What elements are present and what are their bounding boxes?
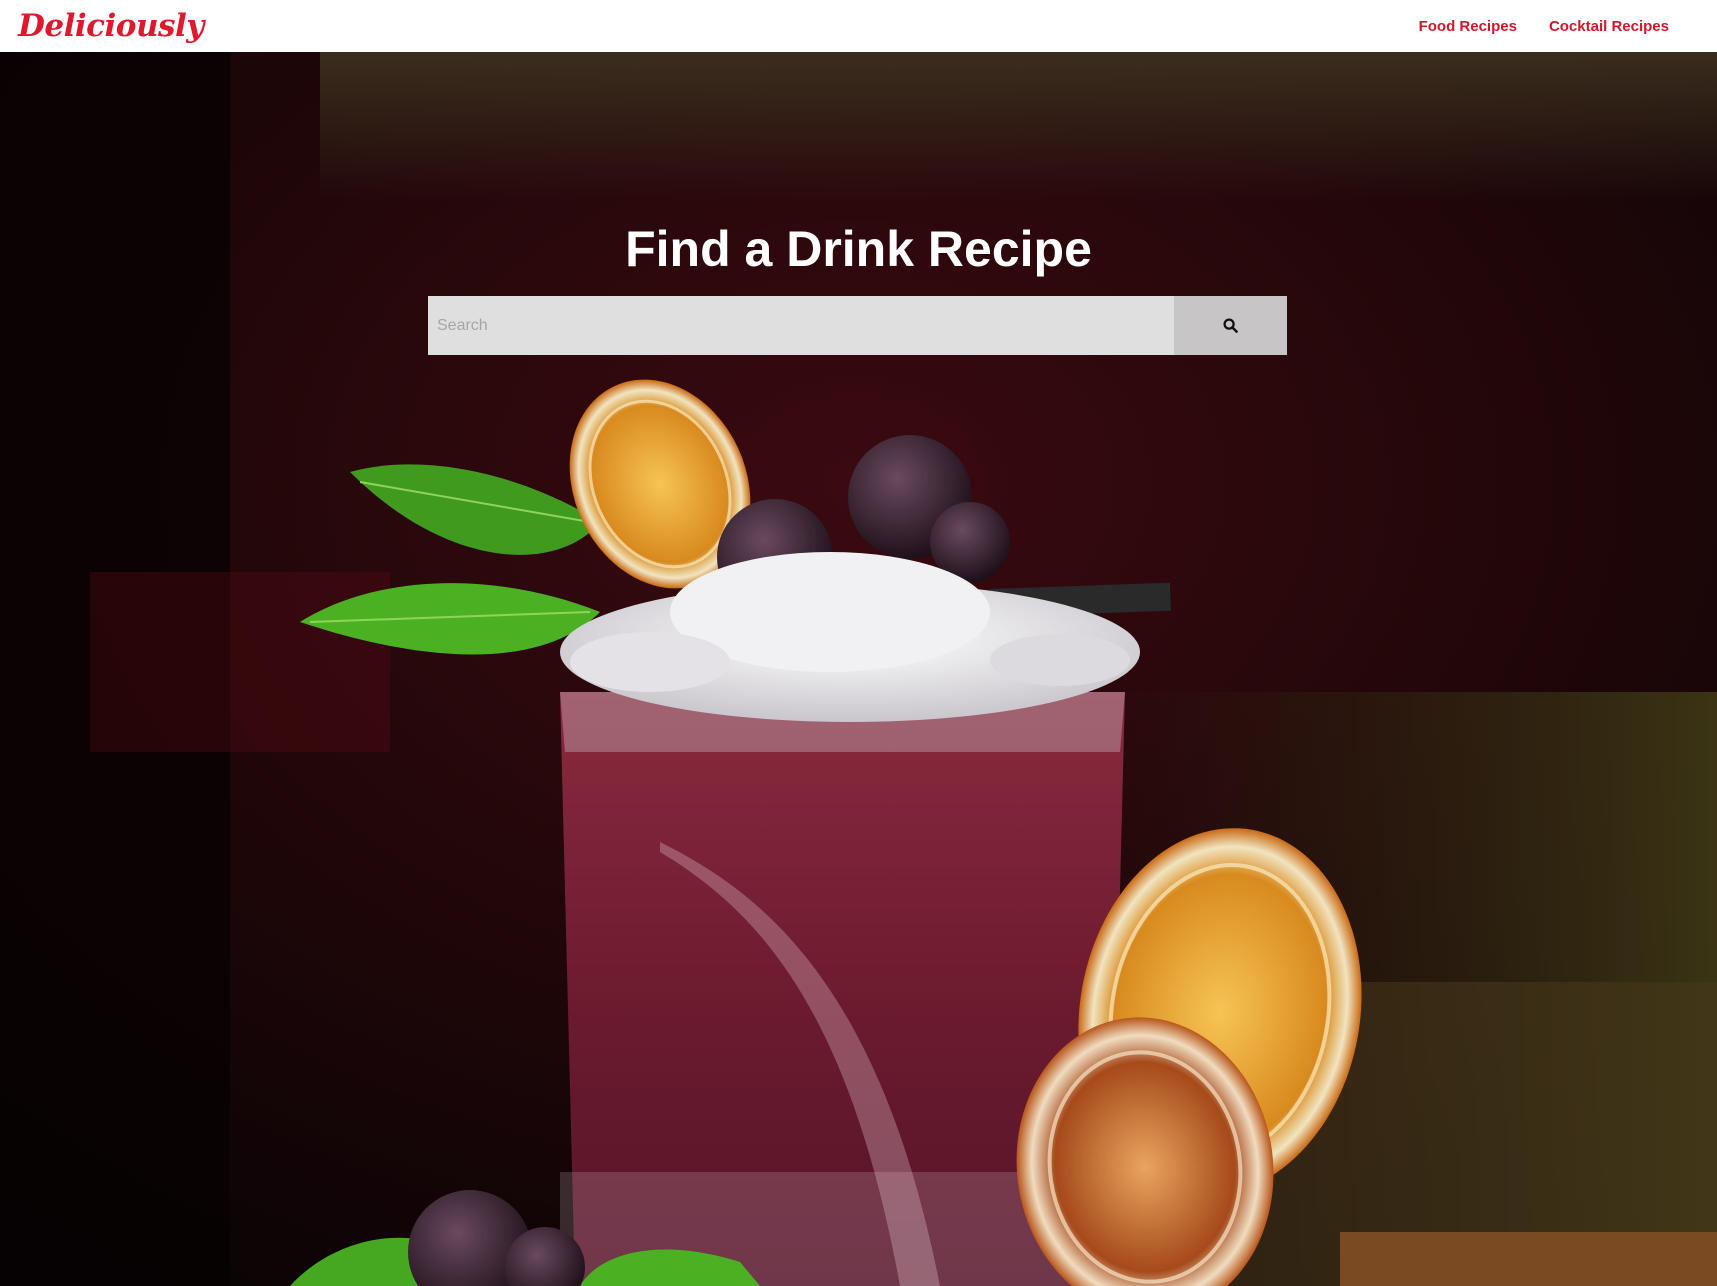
main-nav: Food Recipes Cocktail Recipes [1419,18,1669,35]
top-navbar: Deliciously Food Recipes Cocktail Recipe… [0,0,1717,52]
search-input[interactable] [428,296,1174,355]
hero-title: Find a Drink Recipe [625,221,1092,277]
nav-link-food-recipes[interactable]: Food Recipes [1419,18,1517,35]
search-button[interactable] [1174,296,1287,355]
search-icon [1223,318,1238,333]
brand-logo[interactable]: Deliciously [18,8,204,44]
search-bar [428,296,1287,355]
nav-link-cocktail-recipes[interactable]: Cocktail Recipes [1549,18,1669,35]
hero-section: Find a Drink Recipe [0,52,1717,1286]
